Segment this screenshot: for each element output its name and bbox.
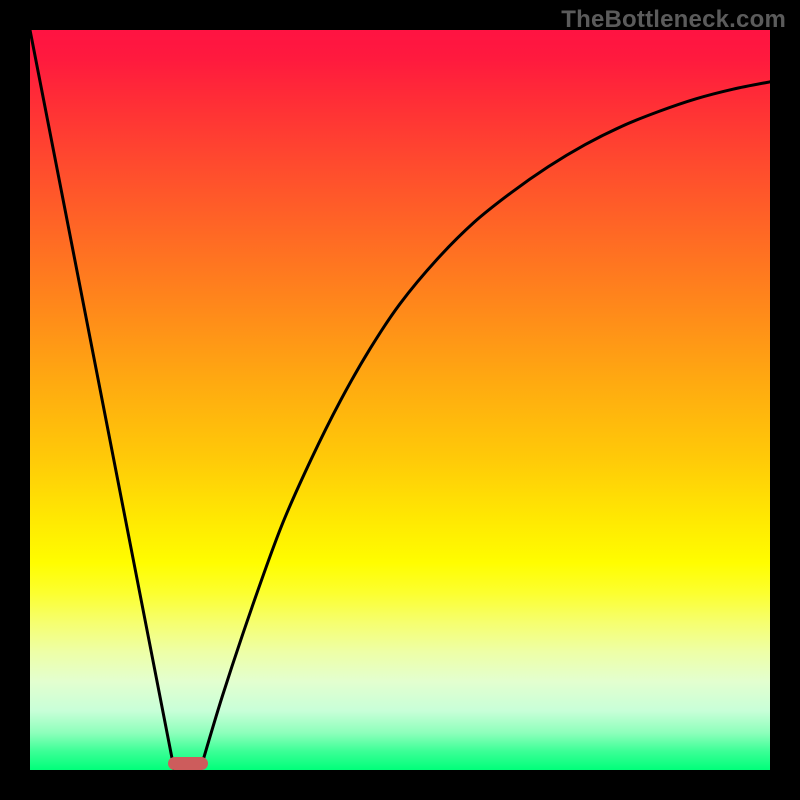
right-curve-path: [200, 82, 770, 770]
chart-frame: TheBottleneck.com: [0, 0, 800, 800]
optimal-marker: [168, 757, 208, 770]
left-curve-path: [30, 30, 174, 770]
watermark-text: TheBottleneck.com: [561, 6, 786, 34]
plot-area: [30, 30, 770, 770]
bottleneck-curve: [30, 30, 770, 770]
